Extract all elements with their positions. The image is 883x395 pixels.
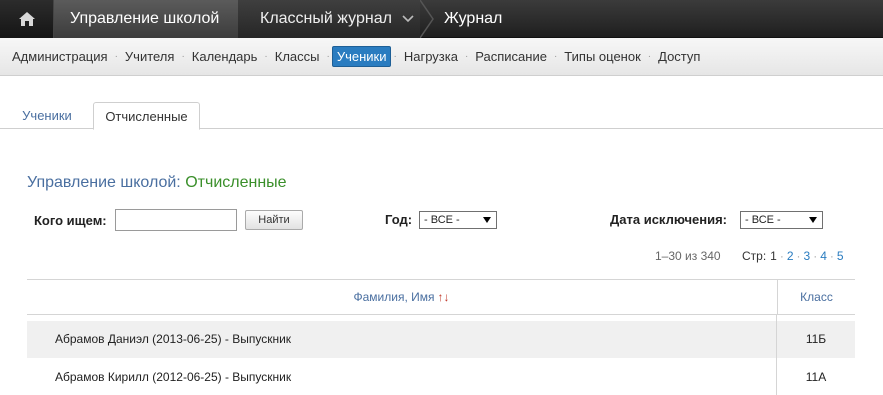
- page-separator: ·: [796, 249, 801, 263]
- nav-separator: ·: [647, 51, 652, 62]
- table-divider: [27, 314, 855, 315]
- breadcrumb-current-label: Журнал: [444, 10, 503, 27]
- student-class: 11Б: [805, 332, 827, 346]
- year-select[interactable]: - ВСЕ -: [419, 211, 497, 229]
- breadcrumb-current: Журнал: [444, 0, 502, 38]
- breadcrumb-class-journal[interactable]: Классный журнал: [238, 0, 420, 38]
- find-button[interactable]: Найти: [245, 210, 303, 230]
- page-link-5[interactable]: 5: [837, 249, 844, 263]
- expulsion-date-select[interactable]: - ВСЕ -: [740, 211, 823, 229]
- breadcrumb-school[interactable]: Управление школой: [54, 0, 238, 38]
- breadcrumb-class-journal-label: Классный журнал: [260, 10, 392, 27]
- tab-students[interactable]: Ученики: [10, 102, 84, 129]
- dropdown-arrow-icon: [483, 217, 491, 223]
- search-input[interactable]: [115, 209, 237, 231]
- column-divider: [776, 315, 777, 395]
- year-select-value: - ВСЕ -: [424, 214, 460, 226]
- chevron-down-icon[interactable]: [402, 15, 414, 23]
- sort-icon[interactable]: ↑↓: [438, 290, 450, 304]
- search-label: Кого ищем:: [34, 213, 107, 228]
- home-icon: [18, 12, 35, 26]
- nav-separator: ·: [553, 51, 558, 62]
- page-link-2[interactable]: 2: [787, 249, 794, 263]
- year-label: Год:: [385, 212, 413, 227]
- column-header-class-label: Класс: [800, 290, 833, 304]
- nav-item-students[interactable]: Ученики: [331, 46, 392, 67]
- page-separator: ·: [813, 249, 818, 263]
- page-link-4[interactable]: 4: [820, 249, 827, 263]
- section-navigation: Администрация · Учителя · Календарь · Кл…: [0, 38, 883, 76]
- top-navigation-bar: Управление школой Классный журнал Журнал: [0, 0, 883, 38]
- page-separator: ·: [829, 249, 834, 263]
- home-button[interactable]: [0, 0, 54, 38]
- table-row[interactable]: Абрамов Даниэл (2013-06-25) - Выпускник …: [27, 321, 855, 358]
- nav-separator: ·: [326, 51, 330, 62]
- pagination-label: Стр:: [742, 249, 767, 263]
- nav-item-teachers[interactable]: Учителя: [120, 46, 180, 67]
- student-name[interactable]: Абрамов Даниэл (2013-06-25) - Выпускник: [55, 332, 291, 346]
- nav-separator: ·: [464, 51, 469, 62]
- nav-separator: ·: [181, 51, 185, 62]
- nav-item-schedule[interactable]: Расписание: [470, 46, 552, 67]
- nav-separator: ·: [264, 51, 268, 62]
- page-title-current: Отчисленные: [185, 174, 287, 191]
- tab-expelled[interactable]: Отчисленные: [93, 102, 200, 130]
- results-range: 1–30 из 340: [655, 249, 721, 263]
- page-title-school[interactable]: Управление школой:: [27, 174, 181, 191]
- expulsion-date-label: Дата исключения:: [610, 212, 727, 227]
- page-link-3[interactable]: 3: [804, 249, 811, 263]
- tab-bar: Ученики Отчисленные: [0, 102, 883, 130]
- expulsion-date-select-value: - ВСЕ -: [745, 214, 781, 226]
- nav-separator: ·: [114, 51, 118, 62]
- table-row[interactable]: Абрамов Кирилл (2012-06-25) - Выпускник …: [27, 359, 855, 395]
- dropdown-arrow-icon: [809, 217, 817, 223]
- nav-item-workload[interactable]: Нагрузка: [399, 46, 463, 67]
- nav-item-grade-types[interactable]: Типы оценок: [559, 46, 645, 67]
- column-header-name[interactable]: Фамилия, Имя ↑↓: [27, 280, 776, 314]
- student-name[interactable]: Абрамов Кирилл (2012-06-25) - Выпускник: [55, 370, 291, 384]
- nav-item-access[interactable]: Доступ: [653, 46, 705, 67]
- nav-item-calendar[interactable]: Календарь: [187, 46, 263, 67]
- page-separator: ·: [779, 249, 784, 263]
- pagination: Стр: 1 · 2 · 3 · 4 · 5: [742, 249, 844, 263]
- nav-item-classes[interactable]: Классы: [270, 46, 325, 67]
- page-link-1[interactable]: 1: [770, 249, 777, 263]
- breadcrumb-school-label: Управление школой: [70, 10, 220, 27]
- page-title: Управление школой: Отчисленные: [27, 174, 287, 192]
- nav-item-administration[interactable]: Администрация: [7, 46, 113, 67]
- breadcrumb-separator-icon: [420, 0, 434, 38]
- nav-separator: ·: [393, 51, 397, 62]
- column-header-name-label: Фамилия, Имя: [353, 290, 435, 304]
- student-class: 11А: [805, 370, 827, 384]
- column-header-class[interactable]: Класс: [777, 280, 855, 314]
